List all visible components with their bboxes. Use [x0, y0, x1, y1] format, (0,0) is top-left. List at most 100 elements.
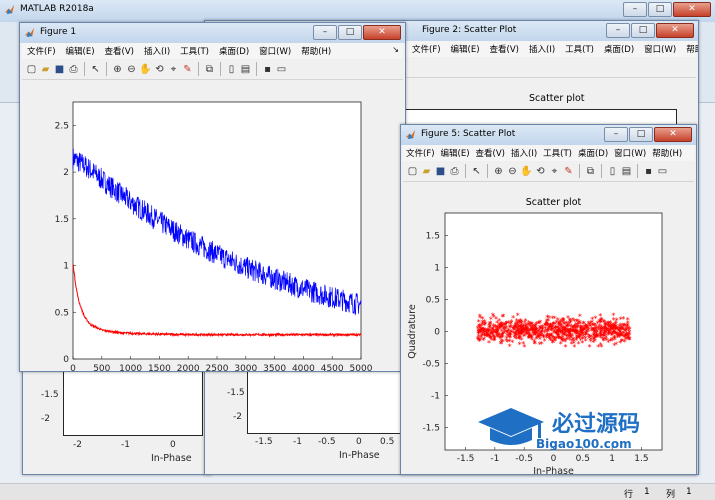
data-cursor-icon[interactable]: ⌖: [548, 165, 561, 178]
minimize-button[interactable]: –: [604, 127, 628, 142]
zoom-in-icon[interactable]: ⊕: [492, 165, 505, 178]
menu-edit[interactable]: 编辑(E): [446, 43, 485, 55]
y-tick-label: 2.5: [55, 121, 69, 131]
brush-icon[interactable]: ✎: [562, 165, 575, 178]
menu-view[interactable]: 查看(V): [100, 45, 139, 57]
scatter-point: *: [575, 323, 579, 332]
rotate-icon[interactable]: ⟲: [153, 63, 166, 76]
save-icon[interactable]: ■: [53, 63, 66, 76]
x-tick-label: 5000: [350, 364, 373, 371]
menu-tools[interactable]: 工具(T): [560, 43, 599, 55]
colorbar-icon[interactable]: ▯: [606, 165, 619, 178]
figure5-menubar: 文件(F) 编辑(E) 查看(V) 插入(I) 工具(T) 桌面(D) 窗口(W…: [403, 145, 694, 161]
open-file-icon[interactable]: ▰: [39, 63, 52, 76]
minimize-button[interactable]: –: [623, 2, 647, 17]
fig2-xtick: 0: [356, 437, 362, 447]
menu-help[interactable]: 帮助(H): [681, 43, 698, 55]
save-icon[interactable]: ■: [434, 165, 447, 178]
colorbar-icon[interactable]: ▯: [225, 63, 238, 76]
maximize-button[interactable]: □: [629, 127, 653, 142]
pan-icon[interactable]: ✋: [139, 63, 152, 76]
menubar-overflow-icon[interactable]: ↘: [392, 45, 399, 54]
dock-icon[interactable]: ▭: [656, 165, 669, 178]
maximize-button[interactable]: □: [338, 25, 362, 40]
menu-help[interactable]: 帮助(H): [649, 147, 685, 159]
x-tick-label: 2500: [206, 364, 229, 371]
new-file-icon[interactable]: ▢: [406, 165, 419, 178]
menu-tools[interactable]: 工具(T): [540, 147, 575, 159]
minimize-button[interactable]: –: [313, 25, 337, 40]
status-col-value: 1: [686, 487, 692, 497]
pointer-icon[interactable]: ↖: [89, 63, 102, 76]
open-file-icon[interactable]: ▰: [420, 165, 433, 178]
x-tick-label: 3000: [234, 364, 257, 371]
status-row-label: 行: [624, 490, 634, 500]
menu-desktop[interactable]: 桌面(D): [214, 45, 254, 57]
y-tick-label: 1: [63, 262, 69, 272]
menu-window[interactable]: 窗口(W): [611, 147, 649, 159]
data-cursor-icon[interactable]: ⌖: [167, 63, 180, 76]
menu-desktop[interactable]: 桌面(D): [575, 147, 611, 159]
menu-tools[interactable]: 工具(T): [175, 45, 214, 57]
zoom-in-icon[interactable]: ⊕: [111, 63, 124, 76]
menu-edit[interactable]: 编辑(E): [61, 45, 100, 57]
scatter-point: *: [488, 324, 492, 333]
print-icon[interactable]: ⎙: [67, 63, 80, 76]
new-file-icon[interactable]: ▢: [25, 63, 38, 76]
figure1-window[interactable]: Figure 1 – □ ✕ 文件(F) 编辑(E) 查看(V) 插入(I) 工…: [19, 22, 406, 372]
dock-icon[interactable]: ▭: [275, 63, 288, 76]
menu-file[interactable]: 文件(F): [407, 43, 446, 55]
menu-insert[interactable]: 插入(I): [524, 43, 560, 55]
maximize-button[interactable]: □: [648, 2, 672, 17]
y-tick-label: 0: [63, 355, 69, 365]
x-tick-label: 3500: [263, 364, 286, 371]
menu-view[interactable]: 查看(V): [473, 147, 508, 159]
menu-window[interactable]: 窗口(W): [254, 45, 296, 57]
minimize-button[interactable]: –: [606, 23, 630, 38]
matlab-logo-icon: [405, 129, 416, 140]
scatter-point: *: [524, 317, 528, 326]
figure1-plot[interactable]: 0 500 1000 1500 2000 2500 3000 3500 4000 4500 5000…: [20, 80, 405, 371]
rotate-icon[interactable]: ⟲: [534, 165, 547, 178]
figure1-axes: [72, 101, 362, 360]
menu-file[interactable]: 文件(F): [22, 45, 61, 57]
status-row-value: 1: [644, 487, 650, 497]
print-icon[interactable]: ⎙: [448, 165, 461, 178]
zoom-out-icon[interactable]: ⊖: [506, 165, 519, 178]
scatter-point: *: [603, 325, 607, 334]
legend-icon[interactable]: ▤: [620, 165, 633, 178]
scatter-point: *: [511, 314, 515, 323]
close-button[interactable]: ✕: [363, 25, 401, 40]
menu-view[interactable]: 查看(V): [485, 43, 524, 55]
menu-help[interactable]: 帮助(H): [296, 45, 336, 57]
menu-edit[interactable]: 编辑(E): [438, 147, 473, 159]
bg-ytick: -2: [41, 414, 50, 424]
menu-file[interactable]: 文件(F): [403, 147, 438, 159]
x-axis-label: In-Phase: [533, 466, 574, 474]
watermark-url: Bigao100.com: [536, 437, 632, 451]
x-tick-label: 1000: [119, 364, 142, 371]
close-button[interactable]: ✕: [656, 23, 694, 38]
brush-icon[interactable]: ✎: [181, 63, 194, 76]
pan-icon[interactable]: ✋: [520, 165, 533, 178]
zoom-out-icon[interactable]: ⊖: [125, 63, 138, 76]
x-tick-label: 1500: [148, 364, 171, 371]
menu-window[interactable]: 窗口(W): [639, 43, 681, 55]
hide-tools-icon[interactable]: ▪: [261, 63, 274, 76]
legend-icon[interactable]: ▤: [239, 63, 252, 76]
figure5-plot-title: Scatter plot: [526, 197, 582, 208]
menu-insert[interactable]: 插入(I): [508, 147, 540, 159]
menu-insert[interactable]: 插入(I): [139, 45, 175, 57]
pointer-icon[interactable]: ↖: [470, 165, 483, 178]
scatter-point: *: [508, 323, 512, 332]
link-icon[interactable]: ⧉: [584, 165, 597, 178]
y-tick-label: 1: [434, 263, 440, 273]
matlab-main-title: MATLAB R2018a: [20, 4, 94, 14]
close-button[interactable]: ✕: [654, 127, 692, 142]
hide-tools-icon[interactable]: ▪: [642, 165, 655, 178]
scatter-point: *: [622, 322, 626, 331]
link-icon[interactable]: ⧉: [203, 63, 216, 76]
close-button[interactable]: ✕: [673, 2, 711, 17]
maximize-button[interactable]: □: [631, 23, 655, 38]
menu-desktop[interactable]: 桌面(D): [599, 43, 639, 55]
